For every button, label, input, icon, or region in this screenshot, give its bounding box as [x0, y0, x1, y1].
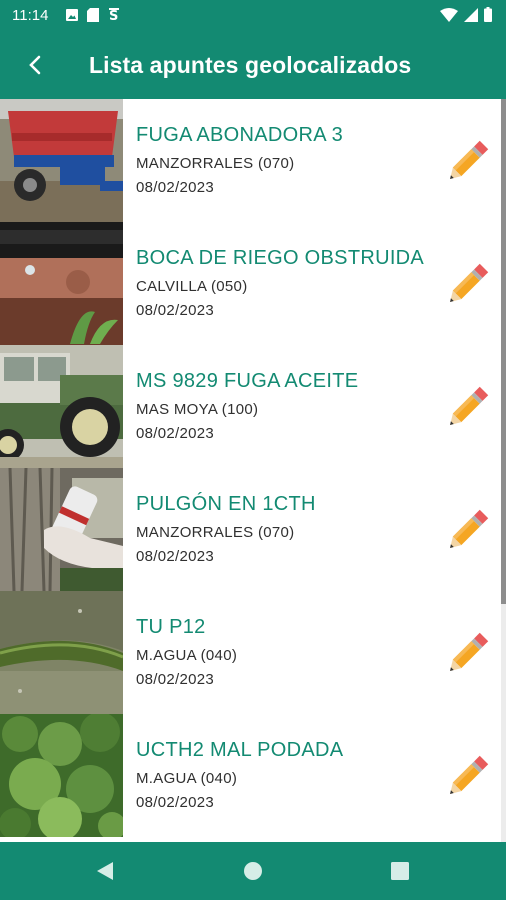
- pencil-icon: [450, 140, 489, 179]
- edit-button[interactable]: [444, 139, 490, 185]
- edit-button[interactable]: [444, 385, 490, 431]
- item-title: MS 9829 FUGA ACEITE: [136, 370, 359, 392]
- item-title: TU P12: [136, 616, 206, 638]
- thumbnail-image: [0, 591, 123, 714]
- back-button[interactable]: [20, 50, 50, 80]
- status-bar: 11:14 S: [0, 0, 506, 32]
- notes-list[interactable]: FUGA ABONADORA 3 MANZORRALES (070) 08/02…: [0, 99, 500, 842]
- nav-back-button[interactable]: [92, 858, 118, 884]
- list-item[interactable]: PULGÓN EN 1CTH MANZORRALES (070) 08/02/2…: [0, 468, 500, 591]
- svg-text:S: S: [109, 9, 118, 22]
- item-date: 08/02/2023: [136, 302, 215, 319]
- item-title: FUGA ABONADORA 3: [136, 124, 344, 146]
- pencil-icon: [450, 632, 489, 671]
- edit-button[interactable]: [444, 262, 490, 308]
- thumbnail-image: [0, 468, 123, 591]
- list-item[interactable]: MS 9829 FUGA ACEITE MAS MOYA (100) 08/02…: [0, 345, 500, 468]
- scrollbar[interactable]: [501, 99, 506, 842]
- list-item[interactable]: TU P12 M.AGUA (040) 08/02/2023: [0, 591, 500, 714]
- app-bar: Lista apuntes geolocalizados: [0, 32, 506, 99]
- thumbnail-image: [0, 714, 123, 837]
- page-title: Lista apuntes geolocalizados: [89, 52, 412, 78]
- square-recents-icon: [391, 862, 409, 880]
- thumbnail-image: [0, 345, 123, 468]
- navigation-bar: [0, 842, 506, 900]
- scrollbar-thumb[interactable]: [501, 99, 506, 604]
- list-item[interactable]: UCTH2 MAL PODADA M.AGUA (040) 08/02/2023: [0, 714, 500, 837]
- pencil-icon: [450, 263, 489, 302]
- battery-icon: [484, 7, 492, 22]
- item-location: MANZORRALES (070): [136, 524, 295, 541]
- item-date: 08/02/2023: [136, 179, 215, 196]
- wifi-icon: [440, 7, 458, 22]
- chevron-left-icon: [29, 55, 41, 75]
- item-location: M.AGUA (040): [136, 647, 238, 664]
- thumbnail-image: [0, 222, 123, 345]
- status-time: 11:14: [12, 7, 49, 24]
- item-location: MAS MOYA (100): [136, 401, 259, 418]
- edit-button[interactable]: [444, 631, 490, 677]
- item-location: M.AGUA (040): [136, 770, 238, 787]
- item-date: 08/02/2023: [136, 425, 215, 442]
- item-date: 08/02/2023: [136, 548, 215, 565]
- nav-home-button[interactable]: [240, 858, 266, 884]
- pencil-icon: [450, 509, 489, 548]
- edit-button[interactable]: [444, 508, 490, 554]
- item-title: UCTH2 MAL PODADA: [136, 739, 344, 761]
- list-item[interactable]: FUGA ABONADORA 3 MANZORRALES (070) 08/02…: [0, 99, 500, 222]
- cell-signal-icon: [464, 7, 478, 22]
- sync-notification-icon: S: [109, 8, 119, 22]
- photo-notification-icon: [66, 9, 78, 21]
- thumbnail-image: [0, 99, 123, 222]
- edit-button[interactable]: [444, 754, 490, 800]
- pencil-icon: [450, 386, 489, 425]
- pencil-icon: [450, 755, 489, 794]
- item-location: CALVILLA (050): [136, 278, 248, 295]
- item-date: 08/02/2023: [136, 794, 215, 811]
- nav-recents-button[interactable]: [387, 858, 413, 884]
- item-date: 08/02/2023: [136, 671, 215, 688]
- sd-card-icon: [87, 8, 99, 22]
- item-location: MANZORRALES (070): [136, 155, 295, 172]
- item-title: BOCA DE RIEGO OBSTRUIDA: [136, 247, 425, 269]
- triangle-back-icon: [97, 862, 113, 880]
- item-title: PULGÓN EN 1CTH: [136, 493, 316, 515]
- list-item[interactable]: BOCA DE RIEGO OBSTRUIDA CALVILLA (050) 0…: [0, 222, 500, 345]
- circle-home-icon: [244, 862, 262, 880]
